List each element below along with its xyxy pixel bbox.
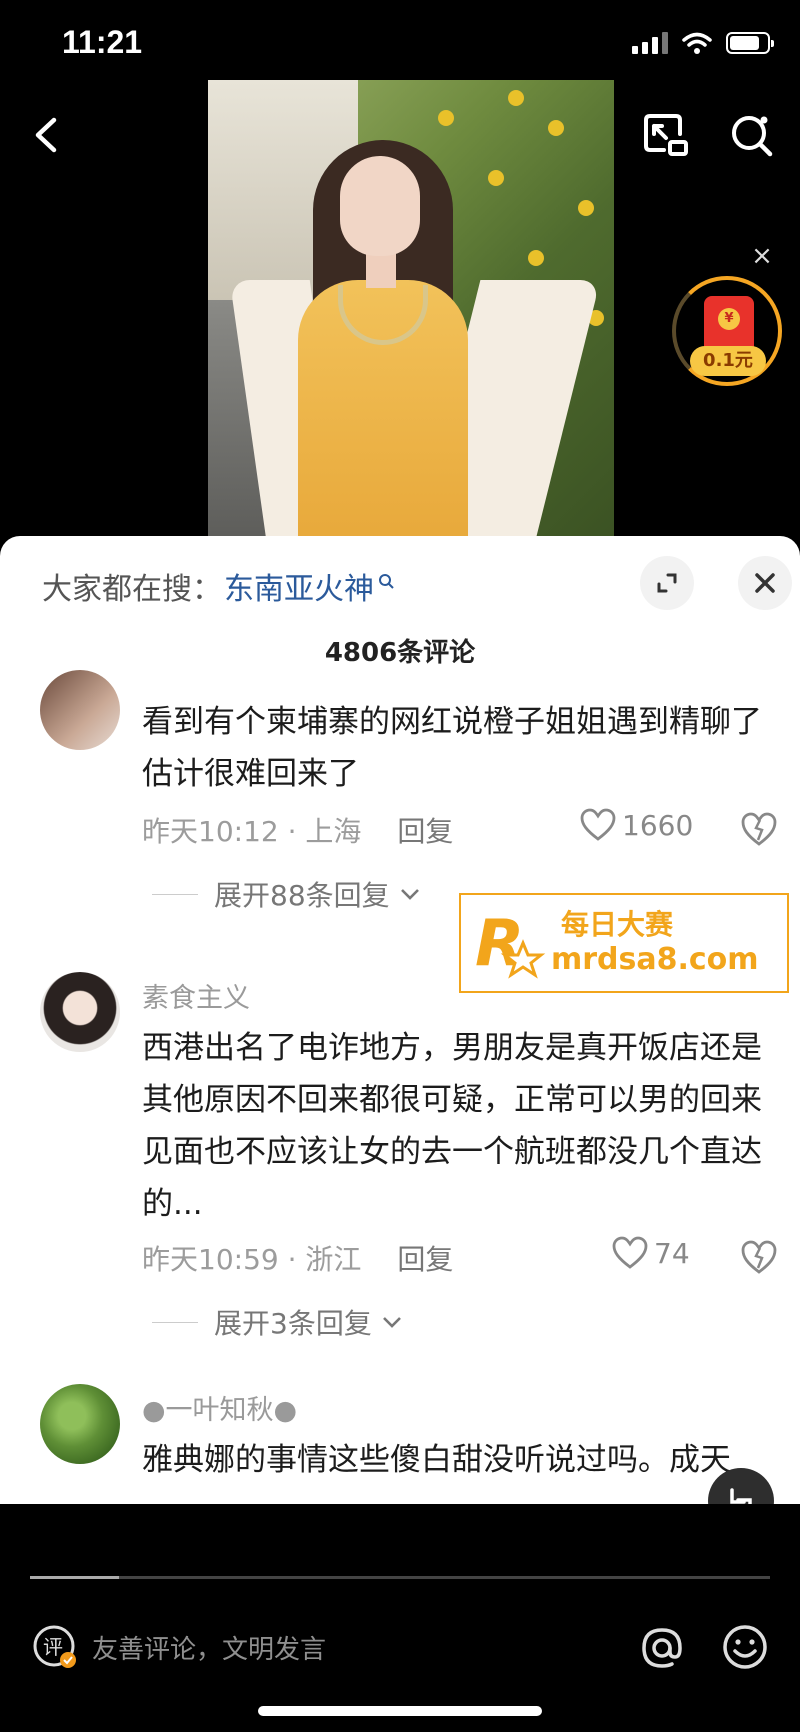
watermark-logo: R bbox=[475, 907, 546, 981]
reply-button[interactable]: 回复 bbox=[397, 810, 453, 850]
mention-icon[interactable] bbox=[638, 1624, 686, 1672]
comment-text: 雅典娜的事情这些傻白甜没听说过吗。成天 bbox=[142, 1442, 731, 1478]
expand-replies-label: 展开3条回复 bbox=[214, 1307, 372, 1340]
expand-replies[interactable]: 展开3条回复 bbox=[152, 1302, 402, 1342]
heart-icon bbox=[612, 1236, 648, 1269]
comments-sheet: 大家都在搜： 东南亚火神 4806条评论 看到有个柬埔寨的网红说橙子姐姐遇到精聊… bbox=[0, 536, 800, 1504]
comment-input-row: 评 bbox=[30, 1612, 770, 1688]
svg-text:评: 评 bbox=[43, 1635, 63, 1659]
expand-replies-label: 展开88条回复 bbox=[214, 879, 390, 912]
dislike-icon[interactable] bbox=[740, 810, 778, 848]
like-button[interactable]: 1660 bbox=[580, 808, 693, 842]
video-progress[interactable] bbox=[30, 1576, 770, 1579]
avatar[interactable] bbox=[40, 1384, 120, 1464]
search-small-icon bbox=[379, 574, 394, 589]
video-progress-fill bbox=[30, 1576, 119, 1579]
search-icon[interactable] bbox=[726, 110, 778, 162]
like-count: 1660 bbox=[622, 808, 694, 842]
comment-badge-icon: 评 bbox=[33, 1625, 76, 1668]
comment-item: ●一叶知秋● 雅典娜的事情这些傻白甜没听说过吗。成天 bbox=[0, 1384, 800, 1504]
comment-input[interactable] bbox=[92, 1624, 592, 1674]
status-icons bbox=[632, 32, 774, 54]
wifi-icon bbox=[682, 32, 712, 54]
comments-count: 4806条评论 bbox=[324, 638, 476, 668]
comment-time: 昨天10:12 · 上海 bbox=[142, 815, 362, 848]
red-packet-reward[interactable]: ¥ 0.1元 bbox=[672, 276, 782, 386]
reply-button[interactable]: 回复 bbox=[397, 1238, 453, 1278]
signal-icon bbox=[632, 32, 668, 54]
battery-icon bbox=[726, 32, 774, 54]
comment-text: 看到有个柬埔寨的网红说橙子姐姐遇到精聊了 估计很难回来了 bbox=[142, 704, 762, 792]
video-player[interactable]: × ¥ 0.1元 bbox=[0, 80, 800, 540]
status-bar: 11:21 bbox=[0, 0, 800, 80]
picture-in-picture-icon[interactable] bbox=[640, 110, 692, 162]
hot-search-keyword[interactable]: 东南亚火神 bbox=[224, 564, 374, 608]
status-time: 11:21 bbox=[62, 24, 143, 60]
home-indicator bbox=[258, 1706, 542, 1716]
watermark-url: mrdsa8.com bbox=[551, 942, 759, 977]
comment-time: 昨天10:59 · 浙江 bbox=[142, 1243, 362, 1276]
hot-search-prefix: 大家都在搜： bbox=[42, 572, 222, 607]
chevron-down-icon bbox=[400, 889, 419, 900]
close-sheet-button[interactable] bbox=[738, 556, 792, 610]
watermark-cn: 每日大赛 bbox=[561, 908, 674, 941]
comment-item: 素食主义 西港出名了电诈地方，男朋友是真开饭店还是其他原因不回来都很可疑，正常可… bbox=[0, 972, 800, 1340]
chevron-down-icon bbox=[382, 1317, 401, 1328]
hot-search: 大家都在搜： 东南亚火神 bbox=[42, 564, 394, 608]
comment-text: 西港出名了电诈地方，男朋友是真开饭店还是其他原因不回来都很可疑，正常可以男的回来… bbox=[142, 1030, 762, 1222]
watermark: R 每日大赛 mrdsa8.com bbox=[459, 893, 789, 993]
video-frame bbox=[208, 80, 614, 540]
comment-author[interactable]: ●一叶知秋● bbox=[142, 1388, 297, 1427]
avatar[interactable] bbox=[40, 972, 120, 1052]
back-icon[interactable] bbox=[22, 110, 72, 160]
reward-amount: 0.1元 bbox=[690, 346, 766, 376]
comment-meta: 昨天10:59 · 浙江 回复 bbox=[142, 1238, 453, 1278]
expand-sheet-button[interactable] bbox=[640, 556, 694, 610]
comment-author[interactable]: 素食主义 bbox=[142, 976, 250, 1015]
bottom-bar: 评 bbox=[0, 1504, 800, 1732]
like-count: 74 bbox=[654, 1236, 690, 1270]
avatar[interactable] bbox=[40, 670, 120, 750]
dislike-icon[interactable] bbox=[740, 1238, 778, 1276]
close-reward-icon[interactable]: × bbox=[748, 242, 776, 270]
expand-replies[interactable]: 展开88条回复 bbox=[152, 874, 420, 914]
expand-icon bbox=[657, 573, 677, 593]
heart-icon bbox=[580, 808, 616, 841]
emoji-icon[interactable] bbox=[720, 1622, 770, 1672]
like-button[interactable]: 74 bbox=[612, 1236, 690, 1270]
close-icon bbox=[755, 573, 775, 593]
comment-meta: 昨天10:12 · 上海 回复 bbox=[142, 810, 453, 850]
